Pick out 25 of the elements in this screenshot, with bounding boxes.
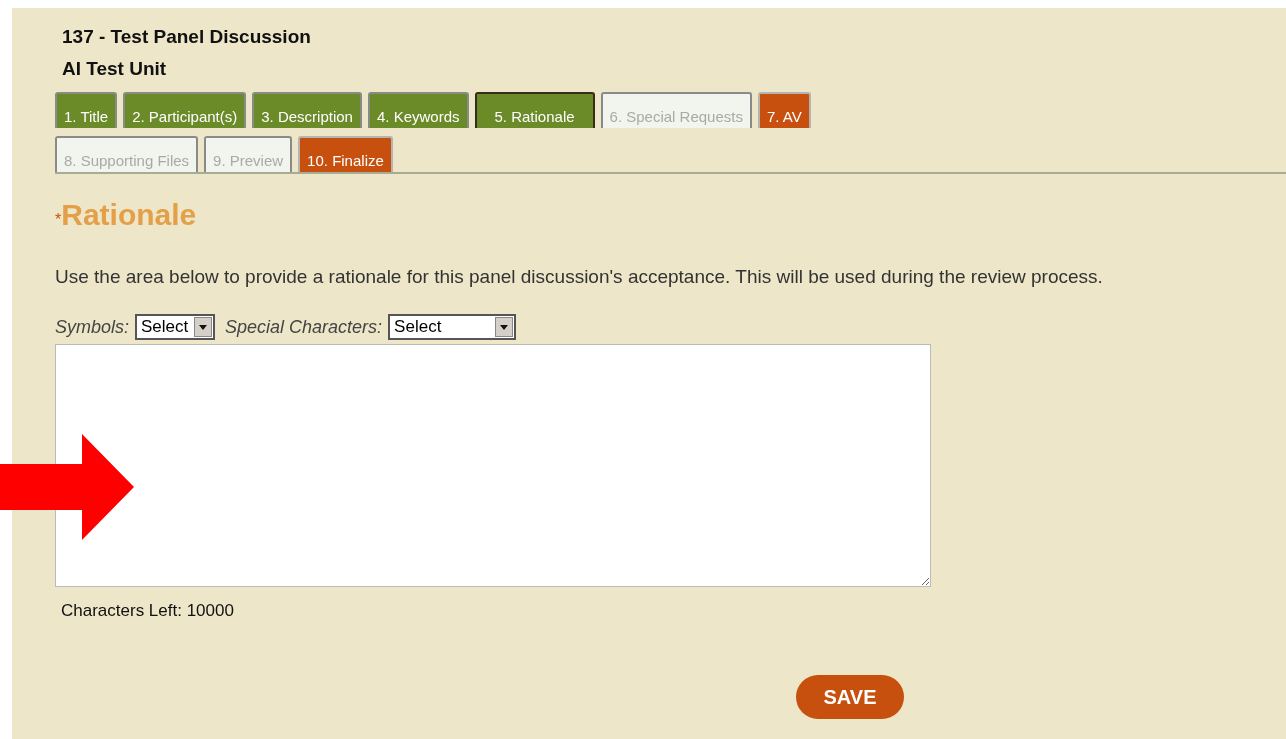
caret-icon — [194, 317, 213, 337]
rationale-textarea[interactable] — [55, 344, 931, 587]
step-tab[interactable]: 8. Supporting Files — [55, 136, 199, 172]
picker-label: Special Characters: — [225, 316, 383, 338]
step-tab[interactable]: 1. Title — [55, 92, 118, 128]
required-mark: * — [55, 211, 62, 229]
step-tab[interactable]: 6. Special Requests — [600, 92, 752, 128]
arrow-icon — [0, 434, 134, 540]
section-heading: Rationale — [61, 198, 197, 232]
characters-left-text: Characters Left: 10000 — [61, 601, 234, 621]
step-tab[interactable]: 9. Preview — [204, 136, 293, 172]
caret-icon — [495, 317, 514, 337]
instructions-text: Use the area below to provide a rationale for this panel discussion's acceptance. This will be used during the review process. — [55, 266, 1104, 288]
select-dropdown[interactable]: Select — [135, 314, 216, 340]
step-tab[interactable]: 4. Keywords — [367, 92, 469, 128]
step-tab[interactable]: 2. Participant(s) — [123, 92, 247, 128]
step-tab[interactable]: 7. AV — [758, 92, 811, 128]
picker-label: Symbols: — [55, 316, 130, 338]
step-tab[interactable]: 5. Rationale — [474, 92, 595, 128]
select-dropdown[interactable]: Select — [388, 314, 517, 340]
save-button[interactable]: SAVE — [796, 675, 904, 719]
step-tab[interactable]: 3. Description — [252, 92, 362, 128]
step-tab[interactable]: 10. Finalize — [298, 136, 393, 172]
page-subtitle: AI Test Unit — [62, 58, 168, 80]
page-title: 137 - Test Panel Discussion — [62, 26, 312, 48]
